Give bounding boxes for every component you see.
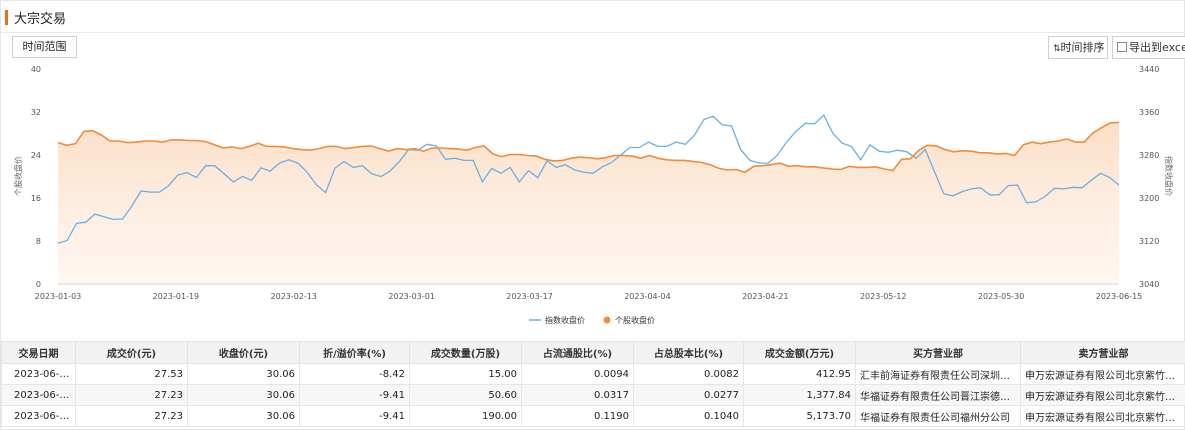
table-cell: 汇丰前海证券有限责任公司深圳前...: [856, 364, 1021, 385]
table-cell: 2023-06-20: [2, 385, 76, 406]
sort-icon: ⇅: [1053, 44, 1061, 54]
right-axis-tick-label: 3440: [1139, 65, 1159, 74]
right-axis-tick-label: 3040: [1139, 280, 1159, 289]
table-cell: 15.00: [410, 364, 522, 385]
price-chart-svg: 0 8 16 24 32 40 3040 3120 3200 3280 3360 3440 2023-0…: [1, 63, 1185, 338]
table-cell: 申万宏源证券有限公司北京紫竹院...: [1021, 364, 1185, 385]
table-cell: 申万宏源证券有限公司北京紫竹院...: [1021, 406, 1185, 427]
column-header: 收盘价(元): [188, 342, 300, 364]
panel-title: 大宗交易: [14, 8, 66, 27]
right-axis-tick-label: 3120: [1139, 237, 1159, 246]
x-axis-tick-label: 2023-01-03: [35, 292, 82, 301]
toolbar: 时间范围 ⇅时间排序 导出到excel: [1, 33, 1185, 63]
x-axis-tick-label: 2023-04-21: [742, 292, 789, 301]
table-cell: 30.06: [188, 406, 300, 427]
stock-close-area: [58, 122, 1119, 284]
table-cell: 27.53: [76, 364, 188, 385]
x-axis-tick-label: 2023-04-04: [624, 292, 671, 301]
table-cell: 5,173.70: [744, 406, 856, 427]
table-cell: 27.23: [76, 385, 188, 406]
x-axis-tick-label: 2023-05-30: [978, 292, 1025, 301]
column-header: 成交价(元): [76, 342, 188, 364]
x-axis-tick-label: 2023-02-13: [271, 292, 318, 301]
export-excel-button[interactable]: 导出到excel: [1112, 36, 1185, 59]
left-axis-title: 个股收盘价: [13, 156, 23, 196]
legend-stock-label: 个股收盘价: [615, 315, 655, 325]
left-axis-tick-label: 40: [31, 65, 41, 74]
table-cell: 30.06: [188, 385, 300, 406]
table-cell: 30.06: [188, 364, 300, 385]
x-axis-tick-label: 2023-05-12: [860, 292, 907, 301]
legend-index-label: 指数收盘价: [545, 315, 585, 325]
column-header: 占流通股比(%): [522, 342, 634, 364]
table-row[interactable]: 2023-06-2027.5330.06-8.4215.000.00940.00…: [2, 364, 1185, 385]
table-cell: 2023-06-20: [2, 406, 76, 427]
table-cell: 0.1190: [522, 406, 634, 427]
time-sort-label: 时间排序: [1061, 41, 1105, 54]
x-axis-tick-label: 2023-06-15: [1096, 292, 1143, 301]
right-axis-title: 指数收盘价: [1164, 156, 1174, 196]
column-header: 买方营业部: [856, 342, 1021, 364]
panel-header: 大宗交易: [1, 1, 1185, 33]
table-cell: 华福证券有限责任公司晋江崇德路...: [856, 385, 1021, 406]
title-accent-bar: [5, 10, 8, 25]
table-cell: 412.95: [744, 364, 856, 385]
table-cell: 申万宏源证券有限公司北京紫竹院...: [1021, 385, 1185, 406]
right-axis-tick-label: 3200: [1139, 194, 1159, 203]
time-range-button[interactable]: 时间范围: [12, 36, 77, 58]
table-cell: 0.0317: [522, 385, 634, 406]
left-axis-tick-label: 24: [31, 151, 41, 160]
table-cell: 27.23: [76, 406, 188, 427]
table-cell: 0.1040: [634, 406, 744, 427]
left-axis-tick-label: 32: [31, 108, 41, 117]
export-icon: [1117, 42, 1127, 52]
table-cell: 1,377.84: [744, 385, 856, 406]
x-axis-tick-label: 2023-01-19: [153, 292, 200, 301]
right-axis-tick-label: 3360: [1139, 108, 1159, 117]
table-cell: -8.42: [300, 364, 410, 385]
export-excel-label: 导出到excel: [1129, 41, 1185, 54]
column-header: 占总股本比(%): [634, 342, 744, 364]
table-cell: 华福证券有限责任公司福州分公司: [856, 406, 1021, 427]
x-axis-tick-label: 2023-03-01: [388, 292, 435, 301]
left-axis-tick-label: 16: [31, 194, 41, 203]
table-cell: -9.41: [300, 406, 410, 427]
table-row[interactable]: 2023-06-2027.2330.06-9.41190.000.11900.1…: [2, 406, 1185, 427]
table-cell: 0.0082: [634, 364, 744, 385]
table-body: 2023-06-2027.5330.06-8.4215.000.00940.00…: [2, 364, 1185, 427]
table-cell: -9.41: [300, 385, 410, 406]
table-cell: 2023-06-20: [2, 364, 76, 385]
table-header-row: 交易日期成交价(元)收盘价(元)折/溢价率(%)成交数量(万股)占流通股比(%)…: [2, 342, 1185, 364]
column-header: 交易日期: [2, 342, 76, 364]
table-cell: 50.60: [410, 385, 522, 406]
table-cell: 190.00: [410, 406, 522, 427]
table-cell: 0.0277: [634, 385, 744, 406]
left-axis-tick-label: 8: [36, 237, 41, 246]
x-axis-tick-label: 2023-03-17: [506, 292, 553, 301]
right-axis-tick-label: 3280: [1139, 151, 1159, 160]
column-header: 折/溢价率(%): [300, 342, 410, 364]
table-cell: 0.0094: [522, 364, 634, 385]
table-row[interactable]: 2023-06-2027.2330.06-9.4150.600.03170.02…: [2, 385, 1185, 406]
block-trade-panel: 大宗交易 时间范围 ⇅时间排序 导出到excel 0 8 16 24 32 40 3040 3…: [0, 0, 1185, 430]
left-axis-tick-label: 0: [36, 280, 41, 289]
time-sort-button[interactable]: ⇅时间排序: [1048, 36, 1108, 59]
column-header: 成交数量(万股): [410, 342, 522, 364]
block-trade-table: 交易日期成交价(元)收盘价(元)折/溢价率(%)成交数量(万股)占流通股比(%)…: [1, 341, 1185, 431]
column-header: 卖方营业部: [1021, 342, 1185, 364]
column-header: 成交金额(万元): [744, 342, 856, 364]
legend-stock-swatch: [604, 317, 611, 324]
price-chart: 0 8 16 24 32 40 3040 3120 3200 3280 3360 3440 2023-0…: [1, 63, 1185, 338]
